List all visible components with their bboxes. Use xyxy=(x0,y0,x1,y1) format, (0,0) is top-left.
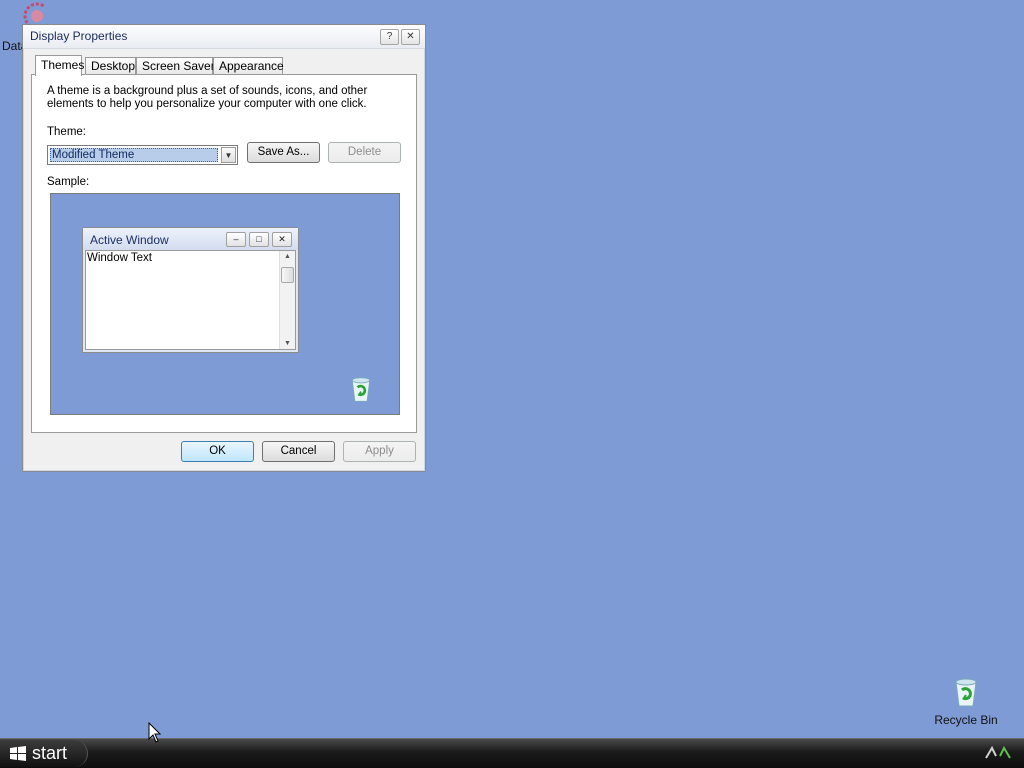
start-button[interactable]: start xyxy=(0,740,88,767)
ok-button[interactable]: OK xyxy=(181,441,254,462)
sample-window-body: Window Text ▲ ▼ xyxy=(85,250,296,350)
scroll-thumb xyxy=(281,267,294,283)
sample-label: Sample: xyxy=(47,176,90,188)
delete-button[interactable]: Delete xyxy=(328,142,401,163)
minimize-icon: – xyxy=(226,232,246,247)
theme-select-value: Modified Theme xyxy=(50,148,218,162)
close-button[interactable]: ✕ xyxy=(401,29,420,45)
desktop-icon-recycle-bin[interactable]: Recycle Bin xyxy=(930,676,1002,727)
cancel-button[interactable]: Cancel xyxy=(262,441,335,462)
close-icon: ✕ xyxy=(406,31,415,42)
recycle-bin-icon xyxy=(351,377,371,402)
windows-logo-icon xyxy=(10,746,26,761)
themes-panel: A theme is a background plus a set of so… xyxy=(31,74,417,433)
close-icon: ✕ xyxy=(272,232,292,247)
scroll-down-icon: ▼ xyxy=(284,340,291,347)
network-icon xyxy=(985,745,1011,759)
system-tray[interactable] xyxy=(982,744,1016,762)
sample-window-text: Window Text xyxy=(87,252,152,264)
theme-select[interactable]: Modified Theme ▼ xyxy=(47,145,238,165)
help-icon: ? xyxy=(386,31,393,42)
apply-button[interactable]: Apply xyxy=(343,441,416,462)
tab-screen-saver[interactable]: Screen Saver xyxy=(136,57,215,75)
mouse-cursor-icon xyxy=(148,722,162,743)
sample-window-title: Active Window xyxy=(90,233,169,247)
sample-active-window: Active Window – □ ✕ Window Text ▲ ▼ xyxy=(82,227,299,353)
chevron-down-icon[interactable]: ▼ xyxy=(221,147,236,163)
desktop-icon-label: Recycle Bin xyxy=(934,713,998,727)
theme-sample-preview: Active Window – □ ✕ Window Text ▲ ▼ xyxy=(50,193,400,415)
dialog-title: Display Properties xyxy=(30,29,128,43)
display-properties-dialog: Display Properties ? ✕ Themes Desktop Sc… xyxy=(22,24,426,472)
tab-appearance[interactable]: Appearance xyxy=(213,57,284,75)
start-label: start xyxy=(32,743,68,763)
tab-themes[interactable]: Themes xyxy=(35,55,84,76)
scroll-up-icon: ▲ xyxy=(284,253,291,260)
theme-label: Theme: xyxy=(47,126,86,138)
dialog-titlebar[interactable]: Display Properties ? ✕ xyxy=(23,25,425,49)
save-as-button[interactable]: Save As... xyxy=(247,142,320,163)
maximize-icon: □ xyxy=(249,232,269,247)
recycle-bin-icon xyxy=(955,678,977,707)
tab-desktop[interactable]: Desktop xyxy=(85,57,136,75)
help-button[interactable]: ? xyxy=(380,29,399,45)
theme-description: A theme is a background plus a set of so… xyxy=(47,85,368,110)
sample-scrollbar: ▲ ▼ xyxy=(279,251,295,349)
sample-window-titlebar: Active Window – □ ✕ xyxy=(83,228,298,250)
